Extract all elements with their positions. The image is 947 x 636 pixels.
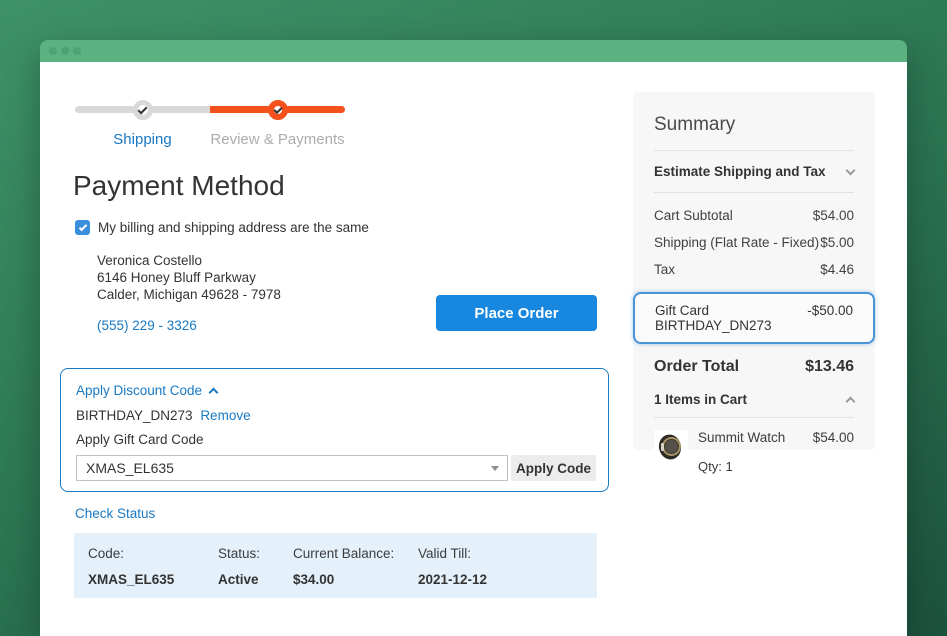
place-order-button[interactable]: Place Order bbox=[436, 295, 597, 331]
status-col-label: Status: bbox=[218, 546, 293, 572]
applied-discount-row: BIRTHDAY_DN273 Remove bbox=[76, 408, 596, 423]
gift-card-input-wrap bbox=[76, 455, 508, 481]
window-control-dot[interactable] bbox=[49, 47, 57, 55]
step-shipping-graphic bbox=[75, 94, 210, 126]
product-price: $54.00 bbox=[813, 430, 854, 445]
billing-address: Veronica Costello 6146 Honey Bluff Parkw… bbox=[97, 252, 281, 303]
dropdown-arrow-icon[interactable] bbox=[491, 466, 499, 471]
apply-discount-code-label: Apply Discount Code bbox=[76, 383, 202, 398]
gift-card-input-row: Apply Code bbox=[76, 455, 596, 481]
total-value: $4.46 bbox=[820, 262, 854, 277]
billing-same-checkbox[interactable] bbox=[75, 220, 90, 235]
gift-card-total-row: Gift Card BIRTHDAY_DN273 -$50.00 bbox=[633, 292, 875, 344]
product-qty: Qty: 1 bbox=[698, 459, 854, 474]
apply-code-button[interactable]: Apply Code bbox=[511, 455, 596, 481]
gift-card-status-panel: Code: Status: Current Balance: Valid Til… bbox=[74, 533, 597, 598]
total-row-shipping: Shipping (Flat Rate - Fixed) $5.00 bbox=[654, 230, 854, 257]
total-label: Shipping (Flat Rate - Fixed) bbox=[654, 235, 819, 250]
address-line: 6146 Honey Bluff Parkway bbox=[97, 269, 281, 286]
step-active-icon bbox=[268, 100, 288, 120]
status-col-label: Code: bbox=[88, 546, 218, 572]
checkout-page: Shipping Review & Payments Payment Metho… bbox=[40, 62, 907, 636]
summary-title: Summary bbox=[654, 108, 854, 150]
address-line: Calder, Michigan 49628 - 7978 bbox=[97, 286, 281, 303]
total-row-cart-subtotal: Cart Subtotal $54.00 bbox=[654, 203, 854, 230]
status-col-label: Current Balance: bbox=[293, 546, 418, 572]
cart-item-row: Summit Watch $54.00 Qty: 1 bbox=[654, 430, 854, 474]
gift-card-code-input[interactable] bbox=[76, 455, 508, 481]
order-total-label: Order Total bbox=[654, 358, 739, 376]
estimate-shipping-toggle[interactable]: Estimate Shipping and Tax bbox=[654, 151, 854, 192]
total-label: Tax bbox=[654, 262, 675, 277]
gift-card-code-label: Apply Gift Card Code bbox=[76, 432, 596, 447]
items-in-cart-label: 1 Items in Cart bbox=[654, 392, 747, 407]
billing-same-label: My billing and shipping address are the … bbox=[98, 220, 369, 235]
remove-discount-link[interactable]: Remove bbox=[200, 408, 250, 423]
phone-link[interactable]: (555) 229 - 3326 bbox=[97, 318, 197, 333]
gift-card-total-value: -$50.00 bbox=[807, 303, 853, 333]
order-total-value: $13.46 bbox=[805, 358, 854, 376]
check-icon bbox=[273, 104, 282, 113]
estimate-shipping-label: Estimate Shipping and Tax bbox=[654, 164, 826, 179]
discount-code-section: Apply Discount Code BIRTHDAY_DN273 Remov… bbox=[60, 368, 609, 492]
status-col-label: Valid Till: bbox=[418, 546, 597, 572]
check-icon bbox=[78, 222, 86, 230]
cart-item-info: Summit Watch $54.00 Qty: 1 bbox=[698, 430, 854, 474]
window-titlebar bbox=[40, 40, 907, 62]
status-col-value: 2021-12-12 bbox=[418, 572, 597, 598]
items-in-cart-toggle[interactable]: 1 Items in Cart bbox=[654, 388, 854, 417]
apply-discount-code-toggle[interactable]: Apply Discount Code bbox=[76, 383, 217, 398]
totals-list: Cart Subtotal $54.00 Shipping (Flat Rate… bbox=[654, 193, 854, 290]
check-icon bbox=[138, 104, 148, 114]
watch-image bbox=[656, 432, 686, 462]
order-total-row: Order Total $13.46 bbox=[654, 344, 854, 388]
order-summary-panel: Summary Estimate Shipping and Tax Cart S… bbox=[633, 92, 875, 450]
page-title: Payment Method bbox=[73, 170, 285, 202]
step-review-payments-label: Review & Payments bbox=[210, 131, 344, 148]
product-thumbnail bbox=[654, 430, 688, 464]
browser-window: Shipping Review & Payments Payment Metho… bbox=[40, 40, 907, 636]
chevron-up-icon bbox=[209, 387, 219, 397]
window-control-dot[interactable] bbox=[61, 47, 69, 55]
window-control-dot[interactable] bbox=[73, 47, 81, 55]
gift-card-total-label: Gift Card BIRTHDAY_DN273 bbox=[655, 303, 807, 333]
checkout-progress: Shipping Review & Payments bbox=[75, 94, 345, 148]
status-col-value: $34.00 bbox=[293, 572, 418, 598]
chevron-down-icon bbox=[846, 165, 856, 175]
applied-discount-code: BIRTHDAY_DN273 bbox=[76, 408, 193, 423]
total-value: $54.00 bbox=[813, 208, 854, 223]
chevron-up-icon bbox=[846, 396, 856, 406]
step-review-graphic bbox=[210, 94, 345, 126]
step-shipping-label: Shipping bbox=[113, 131, 171, 148]
status-col-value: Active bbox=[218, 572, 293, 598]
divider bbox=[654, 417, 854, 418]
address-line: Veronica Costello bbox=[97, 252, 281, 269]
status-col-value: XMAS_EL635 bbox=[88, 572, 218, 598]
step-review-payments[interactable]: Review & Payments bbox=[210, 94, 345, 148]
total-value: $5.00 bbox=[820, 235, 854, 250]
check-status-link[interactable]: Check Status bbox=[75, 506, 155, 521]
step-complete-icon bbox=[133, 100, 153, 120]
billing-same-row: My billing and shipping address are the … bbox=[75, 220, 369, 235]
product-name: Summit Watch bbox=[698, 430, 785, 445]
cart-item-top: Summit Watch $54.00 bbox=[698, 430, 854, 445]
step-shipping[interactable]: Shipping bbox=[75, 94, 210, 148]
total-row-tax: Tax $4.46 bbox=[654, 257, 854, 284]
total-label: Cart Subtotal bbox=[654, 208, 733, 223]
